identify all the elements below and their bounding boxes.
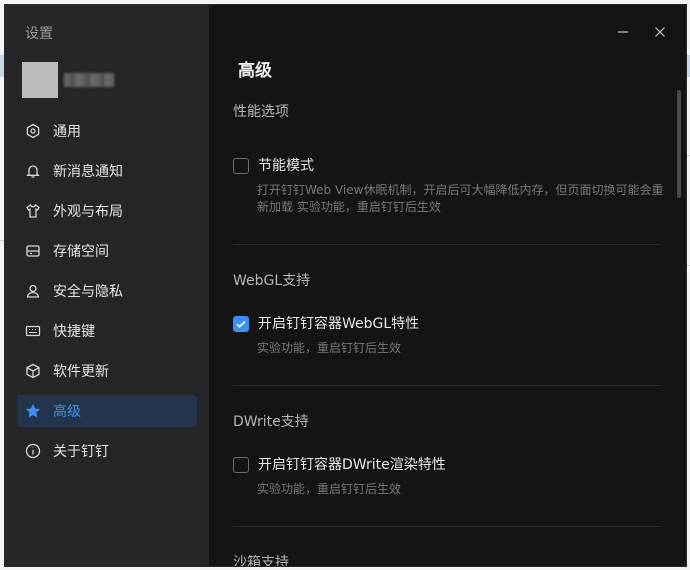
sidebar-item-label: 存储空间 (53, 244, 109, 260)
box-icon (25, 363, 41, 379)
sidebar-item-label: 新消息通知 (53, 164, 123, 180)
option-description: 实验功能，重启钉钉后生效 (257, 341, 402, 355)
minimize-icon (618, 31, 628, 33)
option-label: 节能模式 (258, 158, 314, 174)
sidebar-item-advanced[interactable]: 高级 (17, 395, 197, 427)
sidebar-item-notifications[interactable]: 新消息通知 (17, 155, 197, 187)
minimize-button[interactable] (614, 23, 632, 41)
section-title: DWrite支持 (233, 414, 309, 430)
option-power-saving: 节能模式 (233, 156, 661, 176)
settings-window: 设置 通用 新消息通知 外观与布局 存储空间 安全与隐私 快捷键 软件更新 高级… (5, 5, 686, 566)
sidebar-item-label: 关于钉钉 (53, 444, 109, 460)
option-label: 开启钉钉容器DWrite渲染特性 (258, 457, 446, 473)
sidebar-item-about[interactable]: 关于钉钉 (17, 435, 197, 467)
section-title: 沙箱支持 (233, 555, 289, 566)
sidebar-item-label: 外观与布局 (53, 204, 123, 220)
background-app-divider (686, 155, 690, 156)
sidebar-item-updates[interactable]: 软件更新 (17, 355, 197, 387)
sidebar-nav: 通用 新消息通知 外观与布局 存储空间 安全与隐私 快捷键 软件更新 高级 关于… (17, 115, 197, 475)
option-label: 开启钉钉容器WebGL特性 (258, 316, 420, 332)
option-description: 实验功能，重启钉钉后生效 (257, 482, 402, 496)
section-dwrite: DWrite支持 开启钉钉容器DWrite渲染特性 实验功能，重启钉钉后生效 (233, 411, 661, 498)
section-divider (233, 526, 661, 527)
sidebar-item-general[interactable]: 通用 (17, 115, 197, 147)
sidebar-item-appearance[interactable]: 外观与布局 (17, 195, 197, 227)
keyboard-icon (25, 323, 41, 339)
storage-icon (25, 243, 41, 259)
username-blurred (64, 73, 114, 87)
page-title: 高级 (238, 61, 272, 81)
section-title: 性能选项 (233, 104, 289, 120)
info-icon (25, 443, 41, 459)
close-icon (655, 27, 665, 37)
sidebar-item-security[interactable]: 安全与隐私 (17, 275, 197, 307)
sidebar-item-shortcuts[interactable]: 快捷键 (17, 315, 197, 347)
sidebar-item-storage[interactable]: 存储空间 (17, 235, 197, 267)
sidebar-title: 设置 (25, 26, 53, 42)
checkmark-icon (236, 320, 246, 328)
section-performance: 性能选项 节能模式 打开钉钉Web View休眠机制，开启后可大幅降低内存，但页… (233, 101, 663, 216)
sidebar-item-label: 安全与隐私 (53, 284, 123, 300)
background-app-highlight (686, 55, 690, 77)
section-webgl: WebGL支持 开启钉钉容器WebGL特性 实验功能，重启钉钉后生效 (233, 270, 661, 357)
option-description: 打开钉钉Web View休眠机制，开启后可大幅降低内存，但页面切换可能会重新加载… (257, 183, 664, 214)
scrollbar-thumb[interactable] (677, 90, 681, 198)
sidebar-item-label: 软件更新 (53, 364, 109, 380)
sidebar-item-label: 高级 (53, 404, 81, 420)
sidebar-item-label: 通用 (53, 124, 81, 140)
star-icon (25, 403, 41, 419)
section-divider (233, 385, 661, 386)
main-panel: 高级 性能选项 节能模式 打开钉钉Web View休眠机制，开启后可大幅降低内存… (209, 5, 686, 566)
sidebar-item-label: 快捷键 (53, 324, 95, 340)
section-divider (233, 244, 661, 245)
section-title: WebGL支持 (233, 273, 311, 289)
dwrite-checkbox[interactable] (233, 457, 249, 473)
power-saving-checkbox[interactable] (233, 158, 249, 174)
shirt-icon (25, 203, 41, 219)
option-dwrite: 开启钉钉容器DWrite渲染特性 (233, 455, 661, 475)
option-webgl: 开启钉钉容器WebGL特性 (233, 314, 661, 334)
settings-content: 性能选项 节能模式 打开钉钉Web View休眠机制，开启后可大幅降低内存，但页… (233, 101, 663, 566)
avatar[interactable] (22, 62, 58, 98)
user-icon (25, 283, 41, 299)
bell-icon (25, 163, 41, 179)
webgl-checkbox[interactable] (233, 316, 249, 332)
background-app-divider (686, 265, 690, 266)
settings-icon (25, 123, 41, 139)
close-button[interactable] (651, 23, 669, 41)
sidebar: 设置 通用 新消息通知 外观与布局 存储空间 安全与隐私 快捷键 软件更新 高级… (5, 5, 209, 566)
section-sandbox: 沙箱支持 (233, 552, 661, 566)
